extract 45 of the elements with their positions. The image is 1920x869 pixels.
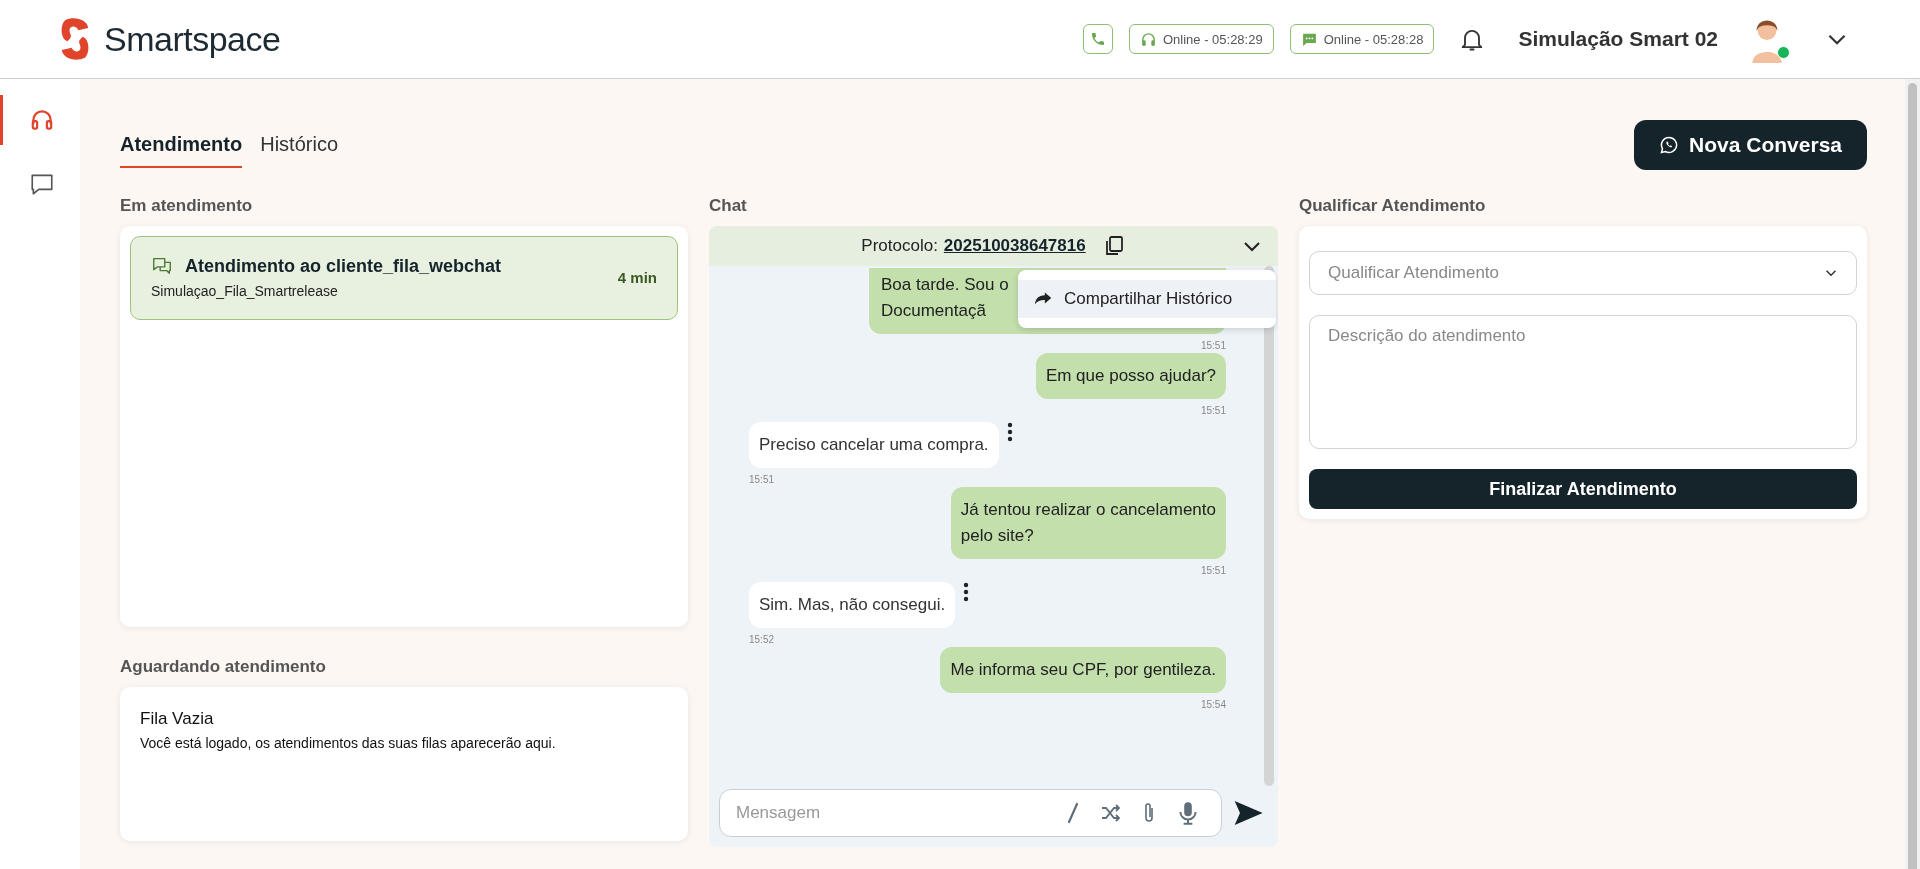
online-status-button[interactable]: Online - 05:28:28	[1289, 24, 1435, 54]
elapsed-time: 4 min	[617, 268, 657, 286]
sent-message: Me informa seu CPF, por gentileza.	[940, 647, 1226, 693]
received-message: Preciso cancelar uma compra.	[749, 422, 999, 468]
conversation-title: Atendimento ao cliente_fila_webchat	[185, 255, 502, 277]
protocol-label: Protocolo:	[861, 236, 938, 256]
message-input[interactable]: Mensagem	[734, 802, 1047, 824]
sent-message: Já tentou realizar o cancelamento pelo site?	[950, 487, 1226, 559]
conversation-item[interactable]: Atendimento ao cliente_fila_webchat Simulaçao_Fila_Smartrelease 4 min	[130, 236, 678, 320]
tab[interactable]: Atendimento	[120, 122, 243, 168]
received-message: Sim. Mas, não consegui.	[749, 582, 956, 628]
qualify-select[interactable]: Qualificar Atendimento	[1309, 251, 1857, 295]
message-composer[interactable]: Mensagem	[719, 789, 1222, 837]
chat-bubbles-icon	[151, 255, 173, 277]
online-status-button[interactable]: Online - 05:28:29	[1128, 24, 1274, 54]
message-time: 15:52	[749, 634, 775, 645]
message-time: 15:54	[1200, 699, 1226, 710]
queue-name: Simulaçao_Fila_Smartrelease	[151, 283, 339, 299]
protocol-number[interactable]: 202510038647816	[943, 236, 1086, 256]
section-title: Chat	[709, 196, 748, 216]
message-time: 15:51	[749, 474, 775, 485]
more-options-icon[interactable]	[1006, 422, 1013, 442]
section-title: Qualificar Atendimento	[1299, 196, 1487, 216]
sent-message: Em que posso ajudar?	[1035, 353, 1226, 399]
more-options-icon[interactable]	[963, 582, 970, 602]
user-name: Simulação Smart 02	[1518, 27, 1718, 51]
phone-icon	[1089, 31, 1106, 47]
new-conversation-button[interactable]: Nova Conversa	[1634, 120, 1867, 170]
description-field[interactable]: Descrição do atendimento	[1309, 315, 1857, 449]
share-history-menu-item[interactable]: Compartilhar Histórico	[1018, 280, 1276, 318]
empty-queue-message: Você está logado, os atendimentos das suas filas aparecerão aqui.	[140, 735, 557, 751]
whatsapp-icon	[1659, 135, 1680, 155]
headset-icon	[1139, 30, 1157, 48]
message-time: 15:51	[1200, 405, 1226, 416]
message-time: 15:51	[1200, 565, 1226, 576]
scrollbar[interactable]	[1905, 79, 1920, 869]
brand-name: Smartspace	[104, 19, 281, 59]
tab[interactable]: Histórico	[260, 122, 338, 168]
section-title: Em atendimento	[120, 196, 254, 216]
finish-button[interactable]: Finalizar Atendimento	[1309, 469, 1857, 509]
section-title: Aguardando atendimento	[120, 657, 327, 677]
phone-status-button[interactable]	[1082, 24, 1113, 54]
message-time: 15:51	[1200, 340, 1226, 351]
empty-queue-title: Fila Vazia	[140, 709, 215, 729]
scrollbar[interactable]	[1264, 266, 1274, 786]
